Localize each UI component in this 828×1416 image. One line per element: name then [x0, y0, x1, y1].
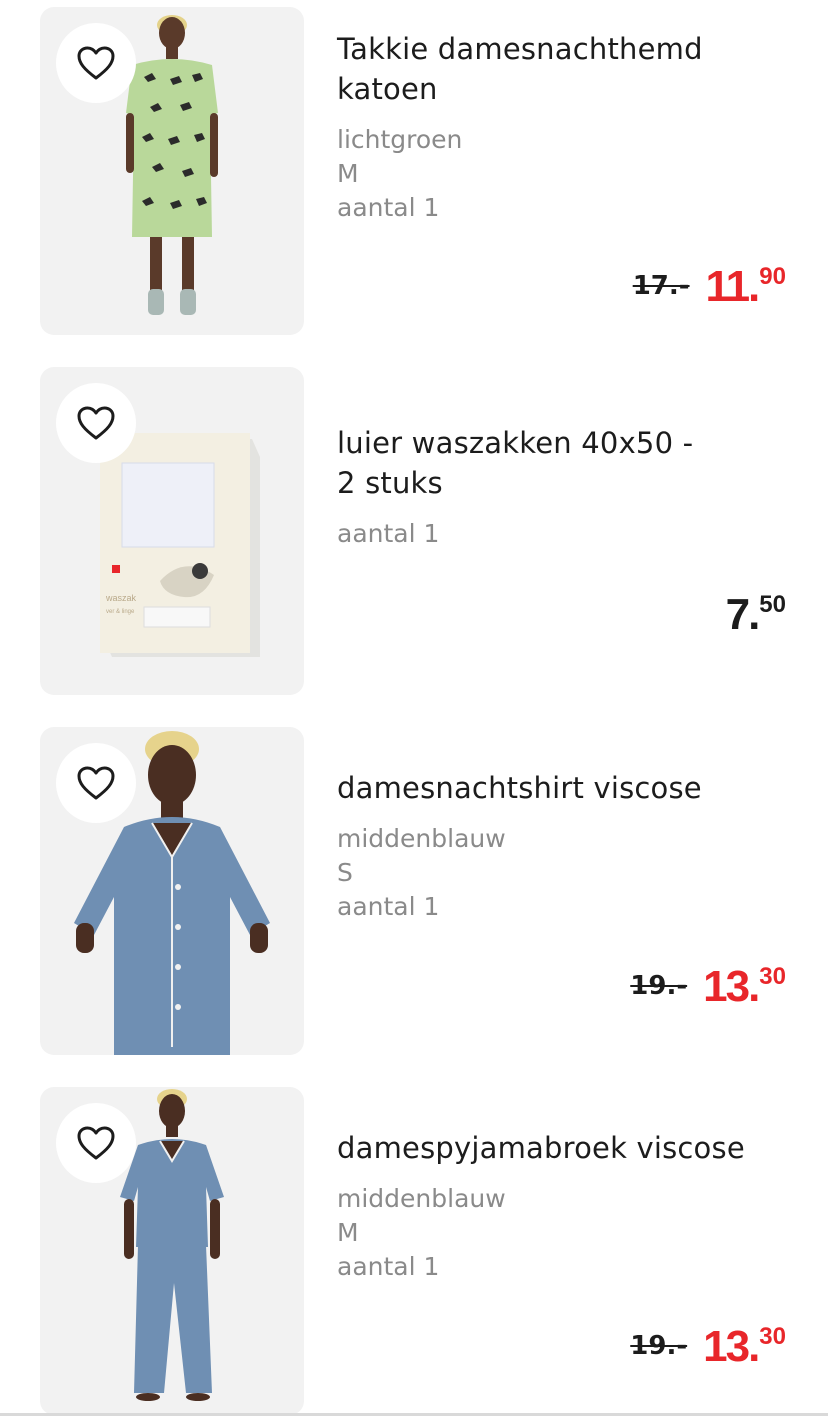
product-quantity: aantal 1: [337, 1252, 440, 1281]
old-price: 17.-: [632, 271, 690, 301]
product-size: S: [337, 858, 353, 887]
package-sublabel: ver & linge: [106, 609, 135, 615]
product-name-line[interactable]: luier waszakken 40x50 -: [337, 423, 788, 463]
cart-item: waszak ver & linge luier waszakken 40x50…: [0, 367, 828, 697]
price-whole: 11.: [705, 262, 761, 311]
product-name-line[interactable]: katoen: [337, 69, 788, 109]
sale-price: 13. 30: [703, 1325, 786, 1369]
price: 7. 50: [726, 593, 786, 637]
item-info: damespyjamabroek viscose middenblauw M a…: [337, 1128, 788, 1284]
product-name-line[interactable]: damespyjamabroek viscose: [337, 1128, 788, 1168]
old-price: 19.-: [630, 1331, 688, 1361]
product-color: lichtgroen: [337, 125, 463, 154]
product-size: M: [337, 1218, 359, 1247]
price-whole: 13.: [703, 1322, 760, 1371]
product-quantity: aantal 1: [337, 193, 440, 222]
favorite-button[interactable]: [56, 23, 136, 103]
old-price: 19.-: [630, 971, 688, 1001]
product-name-line[interactable]: 2 stuks: [337, 463, 788, 503]
product-image[interactable]: waszak ver & linge: [40, 367, 304, 695]
price-row: 19.- 13. 30: [630, 965, 786, 1009]
product-image[interactable]: [40, 7, 304, 335]
product-name-line[interactable]: damesnachtshirt viscose: [337, 768, 788, 808]
price-cents: 30: [759, 1323, 786, 1350]
item-info: damesnachtshirt viscose middenblauw S aa…: [337, 768, 788, 924]
item-info: Takkie damesnachthemd katoen lichtgroen …: [337, 29, 788, 225]
cart-item: Takkie damesnachthemd katoen lichtgroen …: [0, 7, 828, 337]
product-image[interactable]: [40, 1087, 304, 1415]
price-row: 7. 50: [726, 593, 786, 637]
price-row: 17.- 11. 90: [633, 265, 786, 309]
product-quantity: aantal 1: [337, 892, 440, 921]
item-info: luier waszakken 40x50 - 2 stuks aantal 1: [337, 423, 788, 551]
favorite-button[interactable]: [56, 743, 136, 823]
price-cents: 50: [759, 591, 786, 618]
price-cents: 30: [759, 963, 786, 990]
heart-outline-icon: [77, 406, 115, 440]
heart-outline-icon: [77, 1126, 115, 1160]
product-size: M: [337, 159, 359, 188]
product-color: middenblauw: [337, 824, 506, 853]
price-cents: 90: [759, 263, 786, 290]
heart-outline-icon: [77, 766, 115, 800]
price-whole: 13.: [703, 962, 760, 1011]
sale-price: 13. 30: [703, 965, 786, 1009]
heart-outline-icon: [77, 46, 115, 80]
product-color: middenblauw: [337, 1184, 506, 1213]
product-name-line[interactable]: Takkie damesnachthemd: [337, 29, 788, 69]
cart-item: damesnachtshirt viscose middenblauw S aa…: [0, 727, 828, 1057]
product-quantity: aantal 1: [337, 519, 440, 548]
sale-price: 11. 90: [706, 265, 786, 309]
price-whole: 7.: [725, 590, 761, 639]
favorite-button[interactable]: [56, 383, 136, 463]
product-image[interactable]: [40, 727, 304, 1055]
cart-item: damespyjamabroek viscose middenblauw M a…: [0, 1087, 828, 1416]
package-label: waszak: [105, 593, 137, 603]
favorite-button[interactable]: [56, 1103, 136, 1183]
cart-item-list: Takkie damesnachthemd katoen lichtgroen …: [0, 0, 828, 1416]
price-row: 19.- 13. 30: [630, 1325, 786, 1369]
